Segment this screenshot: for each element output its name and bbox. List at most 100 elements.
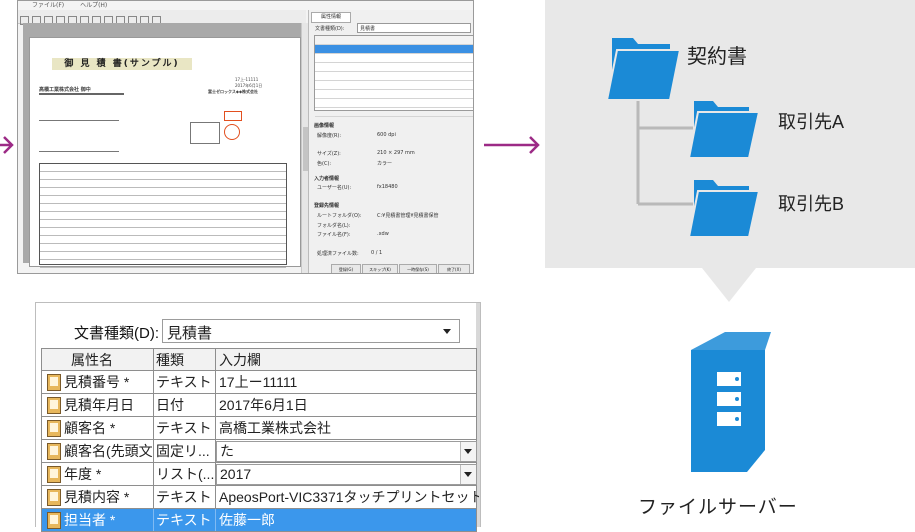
register-button[interactable]: 登録(G): [331, 264, 361, 273]
root-folder-label: 契約書: [687, 46, 747, 68]
attribute-name: 見積内容 *: [64, 489, 130, 505]
root-folder-icon: [605, 38, 682, 101]
document-icon: [47, 466, 61, 483]
attribute-name-cell: 見積内容 *: [42, 486, 154, 508]
save-temp-button[interactable]: 一時保存(S): [399, 264, 437, 273]
toolbar: [18, 10, 306, 25]
attribute-name-cell: 担当者 *: [42, 509, 154, 531]
file-server-label: ファイルサーバー: [638, 497, 798, 518]
document-icon: [47, 397, 61, 414]
panel-resolution-value: 600 dpi: [377, 132, 396, 138]
chevron-down-icon: [443, 329, 451, 334]
panel-input-info-heading: 入力者情報: [314, 176, 340, 182]
tab-attributes[interactable]: 属性情報: [311, 12, 351, 23]
attribute-name: 顧客名 *: [64, 420, 116, 436]
attribute-value: 2017: [220, 466, 252, 482]
exit-button[interactable]: 終了(X): [438, 264, 470, 273]
attribute-name-cell: 年度 *: [42, 463, 154, 485]
menu-help[interactable]: ヘルプ(H): [80, 2, 107, 9]
attribute-name: 見積年月日: [64, 397, 134, 413]
document-page: 御 見 積 書(サンプル) 高橋工業株式会社 御中 17上-11111 2017…: [29, 37, 301, 268]
table-row[interactable]: 見積内容 * テキスト ApeosPort-VIC3371タッチプリントセット: [42, 486, 479, 509]
attribute-type: リスト(...: [154, 463, 216, 485]
attribute-type: 固定リ...: [154, 440, 216, 462]
attribute-input[interactable]: 佐藤一郎: [216, 509, 479, 531]
attribute-name-cell: 顧客名 *: [42, 417, 154, 439]
child-folder-b-label: 取引先B: [778, 194, 845, 214]
header-name: 属性名: [42, 349, 154, 370]
panel-color-label: 色(C):: [317, 161, 332, 167]
table-row[interactable]: 顧客名(先頭文...固定リ...た: [42, 440, 477, 463]
document-recipient: 高橋工業株式会社 御中: [39, 87, 91, 93]
attribute-name: 年度 *: [64, 466, 102, 482]
panel-color-value: カラー: [377, 161, 393, 167]
arrow-to-server-icon: [484, 136, 540, 154]
table-row[interactable]: 見積年月日 日付 2017年6月1日: [42, 394, 476, 417]
attribute-type: テキスト: [154, 371, 216, 393]
attribute-input[interactable]: ApeosPort-VIC3371タッチプリントセット: [216, 486, 479, 508]
doctype-label: 文書種類(D):: [74, 325, 159, 342]
panel-doctype-select[interactable]: 見積書: [357, 23, 471, 33]
doctype-value: 見積書: [167, 325, 213, 342]
panel-user-value: fx18480: [377, 184, 398, 190]
table-header: 属性名 種類 入力欄: [42, 349, 476, 371]
attribute-value: た: [220, 443, 234, 459]
attribute-input[interactable]: 17上ー11111: [216, 371, 479, 393]
attribute-name-cell: 見積年月日: [42, 394, 154, 416]
attribute-dropdown[interactable]: た: [216, 441, 477, 462]
file-server-icon: [691, 332, 771, 472]
attribute-input[interactable]: 高橋工業株式会社: [216, 417, 479, 439]
document-icon: [47, 489, 61, 506]
table-row[interactable]: 顧客名 * テキスト 高橋工業株式会社: [42, 417, 476, 440]
panel-root-label: ルートフォルダ(O):: [317, 213, 362, 219]
child-folder-b-icon: [687, 180, 761, 238]
menu-file[interactable]: ファイル(F): [32, 2, 64, 9]
attribute-dropdown[interactable]: 2017: [216, 464, 477, 485]
panel-doctype-value: 見積書: [360, 26, 376, 32]
skip-button[interactable]: スキップ(K): [362, 264, 398, 273]
chevron-down-icon: [464, 449, 472, 454]
document-sender: 富士ゼロックス◆◆株式会社: [208, 89, 259, 94]
document-icon: [47, 420, 61, 437]
document-icon: [47, 374, 61, 391]
document-icon: [47, 512, 61, 529]
table-row[interactable]: 担当者 * テキスト 佐藤一郎: [42, 509, 476, 532]
attribute-input[interactable]: 2017年6月1日: [216, 394, 479, 416]
attribute-type: テキスト: [154, 417, 216, 439]
attribute-name-cell: 顧客名(先頭文...: [42, 440, 154, 462]
panel-folder-label: フォルダ名(L):: [317, 223, 351, 229]
doctype-select[interactable]: 見積書: [162, 319, 460, 343]
attribute-side-panel: 属性情報 文書種類(D): 見積書 画像情報 解像度(R): 600 dpi サ…: [308, 10, 473, 273]
attribute-type: テキスト: [154, 486, 216, 508]
panel-dest-info-heading: 登録先情報: [314, 203, 340, 209]
approval-stamp: [224, 124, 240, 140]
document-icon: [47, 443, 61, 460]
attribute-name: 担当者 *: [64, 512, 116, 528]
stamp-box: [224, 111, 242, 121]
header-type: 種類: [154, 349, 216, 370]
panel-processed-label: 処理済ファイル数:: [317, 251, 359, 257]
attribute-name: 見積番号 *: [64, 374, 130, 390]
panel-image-info-heading: 画像情報: [314, 123, 335, 129]
panel-resolution-label: 解像度(R):: [317, 133, 342, 139]
arrow-in-icon: [0, 136, 14, 154]
panel-file-label: ファイル名(F):: [317, 232, 351, 238]
table-row[interactable]: 見積番号 * テキスト 17上ー11111: [42, 371, 476, 394]
chevron-down-icon: [464, 472, 472, 477]
panel-user-label: ユーザー名(U):: [317, 185, 352, 191]
panel-attribute-list: [314, 35, 473, 117]
diagram-pointer: [702, 268, 756, 302]
attribute-rows: 見積番号 * テキスト 17上ー11111 見積年月日 日付 2017年6月1日 顧客名 *…: [42, 371, 479, 532]
document-title: 御 見 積 書(サンプル): [52, 58, 192, 70]
estimate-table: [39, 163, 287, 268]
child-folder-a-label: 取引先A: [778, 112, 845, 132]
app-screenshot: ファイル(F) ヘルプ(H) 御 見 積 書(サンプル) 高橋工業株式会社 御中…: [17, 0, 474, 274]
attribute-panel-zoom: 文書種類(D): 見積書 属性名 種類 入力欄 見積番号 * テキスト 17上ー11…: [35, 302, 481, 532]
attribute-type: テキスト: [154, 509, 216, 531]
menu-bar: ファイル(F) ヘルプ(H): [18, 1, 473, 10]
attribute-name: 顧客名(先頭文...: [64, 443, 153, 459]
panel-processed-value: 0 / 1: [371, 250, 383, 256]
panel-doctype-label: 文書種類(D):: [315, 26, 345, 32]
table-row[interactable]: 年度 * リスト(... 2017: [42, 463, 477, 486]
panel-size-label: サイズ(Z):: [317, 151, 341, 157]
